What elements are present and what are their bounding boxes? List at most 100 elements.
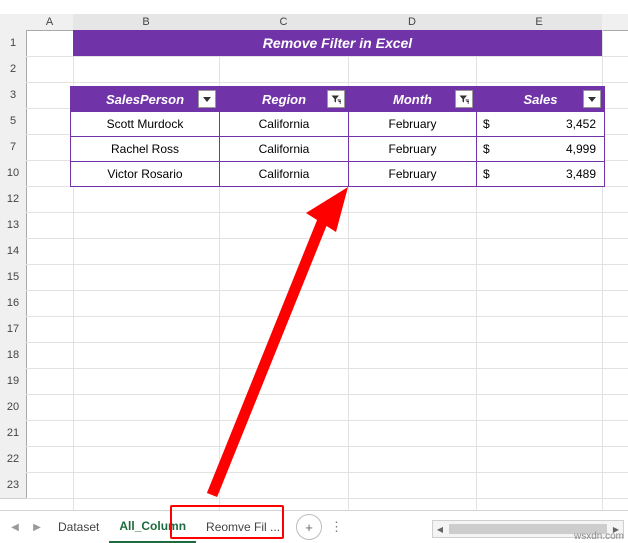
row-header-19[interactable]: 19 bbox=[0, 368, 27, 395]
currency-symbol: $ bbox=[483, 117, 490, 131]
row-header-21[interactable]: 21 bbox=[0, 420, 27, 447]
row-header-12[interactable]: 12 bbox=[0, 186, 27, 213]
row-header-1-label: 1 bbox=[9, 37, 17, 49]
row-header-22-label: 22 bbox=[6, 453, 20, 465]
watermark: wsxdn.com bbox=[573, 531, 624, 542]
column-header-b[interactable]: B bbox=[73, 14, 220, 31]
cell-salesperson[interactable]: Victor Rosario bbox=[70, 161, 220, 187]
row-header-10[interactable]: 10 bbox=[0, 160, 27, 187]
row-header-14-label: 14 bbox=[6, 245, 20, 257]
row-header-7-label: 7 bbox=[9, 141, 17, 153]
column-header-d-label: D bbox=[408, 16, 416, 28]
table-row: Scott Murdock California February $ 3,45… bbox=[70, 111, 605, 137]
cell-region[interactable]: California bbox=[219, 136, 349, 162]
row-header-17-label: 17 bbox=[6, 323, 20, 335]
select-all-corner[interactable] bbox=[0, 14, 27, 31]
row-header-16[interactable]: 16 bbox=[0, 290, 27, 317]
gridline-h bbox=[26, 212, 628, 213]
gridline-h bbox=[26, 56, 628, 57]
title-banner: Remove Filter in Excel bbox=[73, 30, 602, 56]
row-header-13-label: 13 bbox=[6, 219, 20, 231]
spreadsheet-grid[interactable]: A B C D E 1 2 3 5 7 10 12 13 14 15 16 17… bbox=[0, 0, 628, 511]
row-header-23[interactable]: 23 bbox=[0, 472, 27, 499]
filter-applied-icon-region[interactable] bbox=[327, 90, 345, 108]
column-header-b-label: B bbox=[142, 16, 150, 28]
table-header-row: SalesPerson Region Month Sales bbox=[70, 86, 605, 112]
filter-dropdown-icon-salesperson[interactable] bbox=[198, 90, 216, 108]
column-header-e[interactable]: E bbox=[476, 14, 603, 31]
table-header-month-label: Month bbox=[393, 91, 432, 107]
active-sheet-highlight-box bbox=[170, 505, 284, 539]
row-header-14[interactable]: 14 bbox=[0, 238, 27, 265]
row-header-3[interactable]: 3 bbox=[0, 82, 27, 109]
row-header-21-label: 21 bbox=[6, 427, 20, 439]
cell-month[interactable]: February bbox=[348, 111, 477, 137]
table-header-sales-label: Sales bbox=[523, 91, 558, 107]
cell-salesperson[interactable]: Rachel Ross bbox=[70, 136, 220, 162]
sheet-nav-next-icon[interactable]: ▶ bbox=[26, 516, 48, 538]
column-header-f[interactable] bbox=[602, 14, 628, 31]
filter-applied-icon-month[interactable] bbox=[455, 90, 473, 108]
sales-value: 3,452 bbox=[565, 117, 596, 131]
gridline-h bbox=[26, 82, 628, 83]
row-header-1[interactable]: 1 bbox=[0, 30, 27, 57]
cell-sales[interactable]: $ 3,489 bbox=[476, 161, 605, 187]
data-table: SalesPerson Region Month Sales Scott Mur… bbox=[70, 86, 605, 187]
table-header-salesperson: SalesPerson bbox=[70, 86, 220, 112]
scroll-left-icon[interactable]: ◀ bbox=[433, 522, 447, 536]
row-header-7[interactable]: 7 bbox=[0, 134, 27, 161]
gridline-h bbox=[26, 472, 628, 473]
row-header-3-label: 3 bbox=[9, 89, 17, 101]
title-banner-label: Remove Filter in Excel bbox=[262, 35, 413, 51]
sheet-tab-bar[interactable]: ◀ ▶ Dataset All_Column Reomve Fil ... + … bbox=[0, 510, 628, 543]
column-header-d[interactable]: D bbox=[348, 14, 477, 31]
sales-value: 3,489 bbox=[565, 167, 596, 181]
cell-region[interactable]: California bbox=[219, 161, 349, 187]
column-header-a-label: A bbox=[45, 16, 54, 28]
annotation-arrow bbox=[206, 187, 348, 498]
currency-symbol: $ bbox=[483, 142, 490, 156]
column-header-c[interactable]: C bbox=[219, 14, 349, 31]
row-header-15-label: 15 bbox=[6, 271, 20, 283]
column-header-e-label: E bbox=[535, 16, 543, 28]
row-header-5[interactable]: 5 bbox=[0, 108, 27, 135]
cell-month[interactable]: February bbox=[348, 136, 477, 162]
row-header-20-label: 20 bbox=[6, 401, 20, 413]
cell-sales[interactable]: $ 4,999 bbox=[476, 136, 605, 162]
row-header-15[interactable]: 15 bbox=[0, 264, 27, 291]
row-header-17[interactable]: 17 bbox=[0, 316, 27, 343]
gridline-h bbox=[26, 238, 628, 239]
gridline-h bbox=[26, 498, 628, 499]
table-header-region: Region bbox=[219, 86, 349, 112]
sheet-tab-dataset-label: Dataset bbox=[58, 520, 100, 534]
filter-dropdown-icon-sales[interactable] bbox=[583, 90, 601, 108]
row-header-22[interactable]: 22 bbox=[0, 446, 27, 473]
cell-region[interactable]: California bbox=[219, 111, 349, 137]
row-header-20[interactable]: 20 bbox=[0, 394, 27, 421]
sheet-nav-prev-icon[interactable]: ◀ bbox=[4, 516, 26, 538]
gridline-h bbox=[26, 264, 628, 265]
column-header-c-label: C bbox=[279, 16, 288, 28]
table-row: Victor Rosario California February $ 3,4… bbox=[70, 161, 605, 187]
sales-value: 4,999 bbox=[565, 142, 596, 156]
cell-salesperson[interactable]: Scott Murdock bbox=[70, 111, 220, 137]
gridline-h bbox=[26, 342, 628, 343]
row-header-23-label: 23 bbox=[6, 479, 20, 491]
gridline-h bbox=[26, 368, 628, 369]
sheet-nav-buttons[interactable]: ◀ ▶ bbox=[4, 516, 48, 538]
cell-sales[interactable]: $ 3,452 bbox=[476, 111, 605, 137]
gridline-h bbox=[26, 394, 628, 395]
cell-month[interactable]: February bbox=[348, 161, 477, 187]
column-header-a[interactable]: A bbox=[26, 14, 74, 31]
row-header-2[interactable]: 2 bbox=[0, 56, 27, 83]
row-header-12-label: 12 bbox=[6, 193, 20, 205]
add-sheet-icon[interactable]: + bbox=[296, 514, 323, 540]
sheet-tab-more-icon[interactable]: ⋮ bbox=[330, 519, 344, 535]
row-header-18[interactable]: 18 bbox=[0, 342, 27, 369]
gridline-h bbox=[26, 290, 628, 291]
table-header-region-label: Region bbox=[261, 91, 307, 107]
row-header-10-label: 10 bbox=[6, 167, 20, 179]
gridline-h bbox=[26, 420, 628, 421]
sheet-tab-dataset[interactable]: Dataset bbox=[48, 512, 109, 542]
row-header-13[interactable]: 13 bbox=[0, 212, 27, 239]
